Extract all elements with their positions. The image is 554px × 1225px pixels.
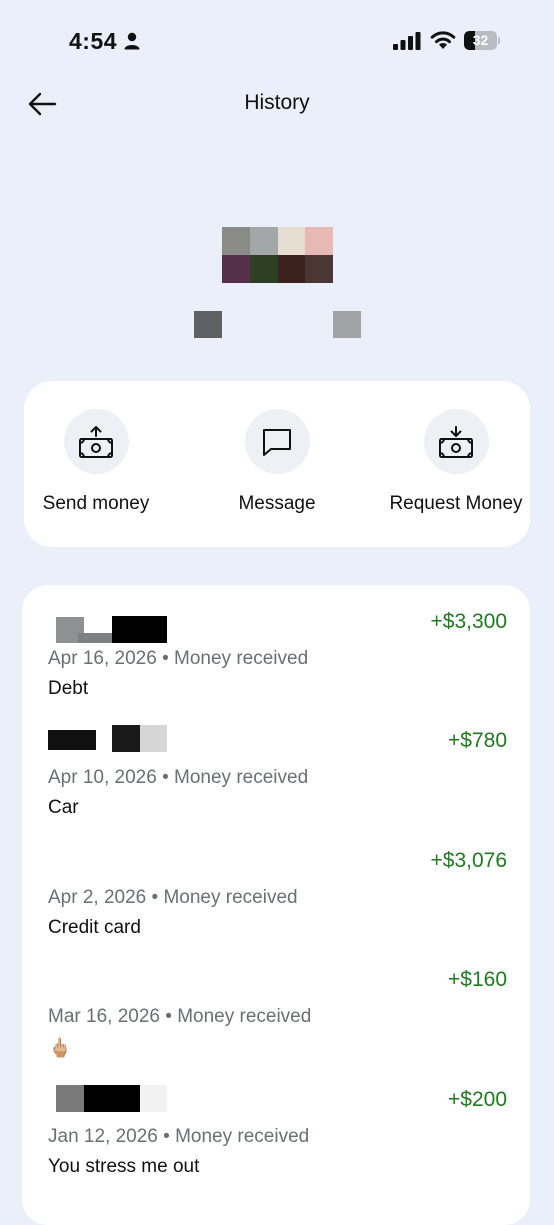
redacted-name bbox=[140, 725, 167, 752]
transaction-meta: Mar 16, 2026 • Money received bbox=[48, 1006, 312, 1027]
redacted-name bbox=[48, 730, 96, 750]
redacted-name bbox=[194, 311, 222, 338]
transaction-date: Apr 10, 2026 bbox=[48, 767, 157, 788]
transaction-meta: Apr 2, 2026 • Money received bbox=[48, 887, 298, 908]
transaction-amount: +$200 bbox=[448, 1088, 507, 1111]
transaction-amount: +$160 bbox=[448, 968, 507, 991]
request-money-icon-circle bbox=[423, 409, 489, 474]
wifi-icon bbox=[430, 31, 456, 49]
person-icon bbox=[124, 32, 140, 50]
transaction-note: 🖕🏼 bbox=[48, 1038, 72, 1059]
redacted-name bbox=[56, 1085, 84, 1112]
request-money-button[interactable]: Request Money bbox=[371, 409, 541, 515]
transaction-type: Money received bbox=[174, 767, 309, 788]
transaction-date: Apr 16, 2026 bbox=[48, 648, 157, 669]
battery-level: 32 bbox=[472, 32, 489, 48]
transaction-row[interactable]: +$3,300 Apr 16, 2026 • Money received De… bbox=[22, 585, 530, 703]
redacted-name bbox=[84, 1085, 140, 1112]
redacted-name bbox=[140, 1085, 167, 1112]
transaction-note: You stress me out bbox=[48, 1156, 200, 1177]
status-time: 4:54 bbox=[69, 28, 118, 54]
redacted-name bbox=[112, 616, 167, 643]
cellular-signal-icon bbox=[393, 32, 421, 50]
send-money-icon bbox=[79, 425, 113, 458]
transaction-meta: Jan 12, 2026 • Money received bbox=[48, 1126, 310, 1147]
message-icon-circle bbox=[244, 409, 310, 474]
send-money-label: Send money bbox=[42, 493, 150, 514]
transaction-type: Money received bbox=[163, 887, 298, 908]
transaction-amount: +$780 bbox=[448, 729, 507, 752]
transaction-row[interactable]: +$200 Jan 12, 2026 • Money received You … bbox=[22, 1063, 530, 1181]
transaction-row[interactable]: +$3,076 Apr 2, 2026 • Money received Cre… bbox=[22, 824, 530, 942]
actions-card: Send money Message Request Money bbox=[24, 381, 530, 547]
message-button[interactable]: Message bbox=[192, 409, 362, 515]
transaction-type: Money received bbox=[177, 1006, 312, 1027]
page-title: History bbox=[244, 91, 310, 114]
transaction-date: Apr 2, 2026 bbox=[48, 887, 147, 908]
transaction-amount: +$3,076 bbox=[430, 849, 508, 872]
redacted-name bbox=[112, 725, 140, 752]
redacted-name bbox=[333, 311, 361, 338]
transaction-type: Money received bbox=[174, 648, 309, 669]
message-label: Message bbox=[238, 493, 316, 514]
message-icon bbox=[263, 428, 291, 456]
transaction-meta: Apr 10, 2026 • Money received bbox=[48, 767, 309, 788]
transaction-date: Mar 16, 2026 bbox=[48, 1006, 160, 1027]
transaction-note: Debt bbox=[48, 678, 89, 699]
transaction-note: Car bbox=[48, 797, 79, 818]
transaction-meta: Apr 16, 2026 • Money received bbox=[48, 648, 309, 669]
avatar bbox=[222, 227, 333, 283]
transaction-date: Jan 12, 2026 bbox=[48, 1126, 158, 1147]
battery-icon: 32 bbox=[464, 31, 500, 50]
transaction-row[interactable]: +$160 Mar 16, 2026 • Money received 🖕🏼 bbox=[22, 943, 530, 1061]
request-money-icon bbox=[439, 425, 473, 458]
redacted-name bbox=[78, 633, 112, 643]
request-money-label: Request Money bbox=[389, 493, 523, 514]
transaction-type: Money received bbox=[175, 1126, 310, 1147]
transaction-note: Credit card bbox=[48, 917, 141, 938]
send-money-icon-circle bbox=[63, 409, 129, 474]
transaction-row[interactable]: +$780 Apr 10, 2026 • Money received Car bbox=[22, 704, 530, 822]
transaction-amount: +$3,300 bbox=[430, 610, 508, 633]
transaction-list: +$3,300 Apr 16, 2026 • Money received De… bbox=[22, 585, 530, 1225]
status-bar: 4:54 32 bbox=[0, 0, 554, 80]
send-money-button[interactable]: Send money bbox=[11, 409, 181, 515]
